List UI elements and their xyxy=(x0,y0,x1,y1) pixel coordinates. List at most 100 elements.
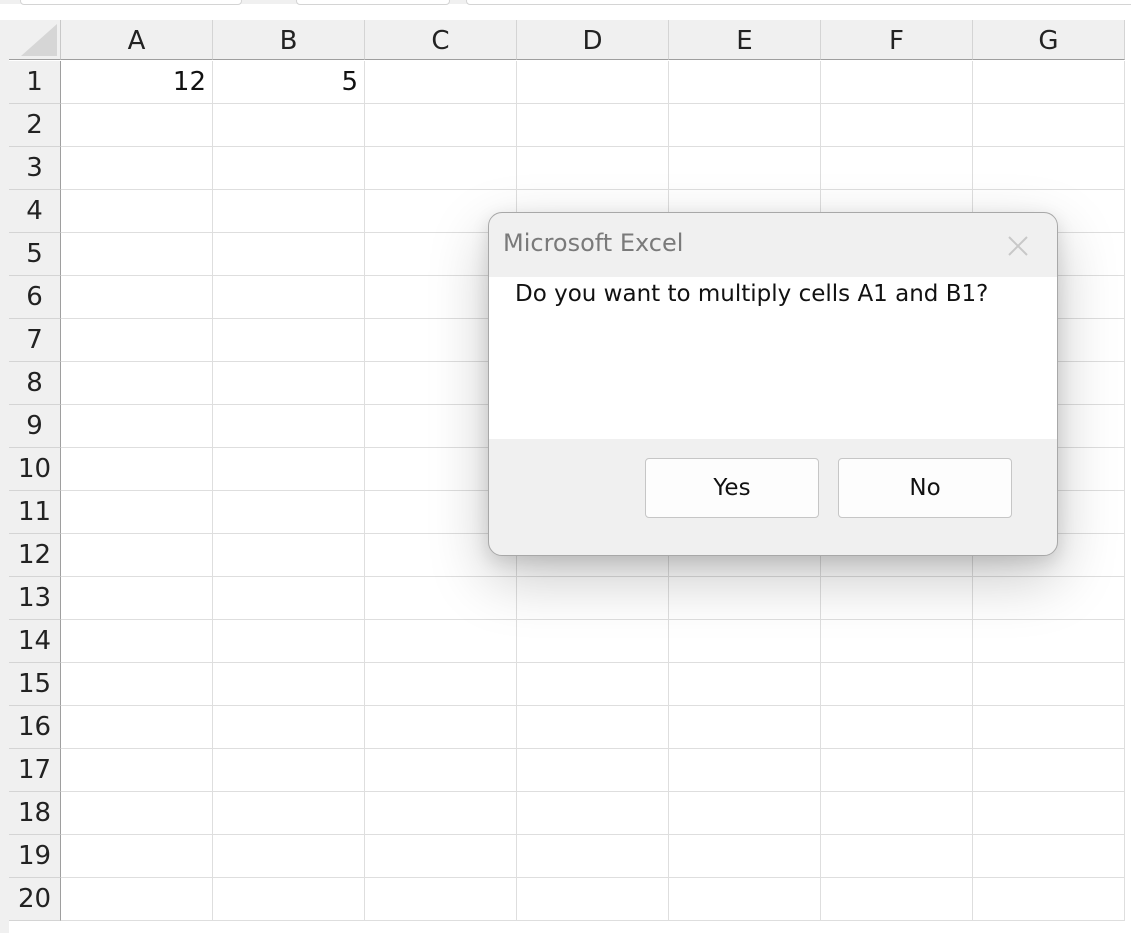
cell-a15[interactable] xyxy=(61,663,213,706)
cell-f15[interactable] xyxy=(821,663,973,706)
cell-b9[interactable] xyxy=(213,405,365,448)
cell-a6[interactable] xyxy=(61,276,213,319)
cell-a16[interactable] xyxy=(61,706,213,749)
cell-a11[interactable] xyxy=(61,491,213,534)
cell-g3[interactable] xyxy=(973,147,1125,190)
cell-b8[interactable] xyxy=(213,362,365,405)
cell-b17[interactable] xyxy=(213,749,365,792)
row-header-20[interactable]: 20 xyxy=(9,878,61,921)
column-header-b[interactable]: B xyxy=(213,20,365,60)
cell-a14[interactable] xyxy=(61,620,213,663)
cell-f18[interactable] xyxy=(821,792,973,835)
cell-b19[interactable] xyxy=(213,835,365,878)
cell-c17[interactable] xyxy=(365,749,517,792)
cell-c18[interactable] xyxy=(365,792,517,835)
cell-g20[interactable] xyxy=(973,878,1125,921)
row-header-8[interactable]: 8 xyxy=(9,362,61,405)
cell-e13[interactable] xyxy=(669,577,821,620)
cell-d18[interactable] xyxy=(517,792,669,835)
cell-e18[interactable] xyxy=(669,792,821,835)
row-header-11[interactable]: 11 xyxy=(9,491,61,534)
cell-b1[interactable]: 5 xyxy=(213,61,365,104)
cell-b12[interactable] xyxy=(213,534,365,577)
cell-b20[interactable] xyxy=(213,878,365,921)
cell-a10[interactable] xyxy=(61,448,213,491)
cell-g2[interactable] xyxy=(973,104,1125,147)
column-header-d[interactable]: D xyxy=(517,20,669,60)
cell-b3[interactable] xyxy=(213,147,365,190)
cell-b11[interactable] xyxy=(213,491,365,534)
row-header-7[interactable]: 7 xyxy=(9,319,61,362)
cell-a1[interactable]: 12 xyxy=(61,61,213,104)
cell-d17[interactable] xyxy=(517,749,669,792)
cell-b15[interactable] xyxy=(213,663,365,706)
yes-button[interactable]: Yes xyxy=(645,458,819,518)
cell-a12[interactable] xyxy=(61,534,213,577)
cell-a17[interactable] xyxy=(61,749,213,792)
cell-g15[interactable] xyxy=(973,663,1125,706)
cell-e1[interactable] xyxy=(669,61,821,104)
column-header-a[interactable]: A xyxy=(61,20,213,60)
row-header-13[interactable]: 13 xyxy=(9,577,61,620)
cell-e19[interactable] xyxy=(669,835,821,878)
row-header-3[interactable]: 3 xyxy=(9,147,61,190)
row-header-17[interactable]: 17 xyxy=(9,749,61,792)
cell-g17[interactable] xyxy=(973,749,1125,792)
cell-a2[interactable] xyxy=(61,104,213,147)
no-button[interactable]: No xyxy=(838,458,1012,518)
cell-e15[interactable] xyxy=(669,663,821,706)
row-header-6[interactable]: 6 xyxy=(9,276,61,319)
cell-e14[interactable] xyxy=(669,620,821,663)
cell-d19[interactable] xyxy=(517,835,669,878)
cell-c3[interactable] xyxy=(365,147,517,190)
cell-d13[interactable] xyxy=(517,577,669,620)
cell-c14[interactable] xyxy=(365,620,517,663)
cell-c19[interactable] xyxy=(365,835,517,878)
row-header-15[interactable]: 15 xyxy=(9,663,61,706)
cell-g19[interactable] xyxy=(973,835,1125,878)
cell-f14[interactable] xyxy=(821,620,973,663)
row-header-1[interactable]: 1 xyxy=(9,61,61,104)
cell-b6[interactable] xyxy=(213,276,365,319)
cell-f1[interactable] xyxy=(821,61,973,104)
cell-c1[interactable] xyxy=(365,61,517,104)
cell-c15[interactable] xyxy=(365,663,517,706)
cell-g14[interactable] xyxy=(973,620,1125,663)
cell-b13[interactable] xyxy=(213,577,365,620)
close-icon[interactable] xyxy=(1001,229,1035,263)
cell-g16[interactable] xyxy=(973,706,1125,749)
cell-a13[interactable] xyxy=(61,577,213,620)
cell-c13[interactable] xyxy=(365,577,517,620)
cell-a18[interactable] xyxy=(61,792,213,835)
cell-a9[interactable] xyxy=(61,405,213,448)
row-header-18[interactable]: 18 xyxy=(9,792,61,835)
cell-f16[interactable] xyxy=(821,706,973,749)
cell-f19[interactable] xyxy=(821,835,973,878)
select-all-corner[interactable] xyxy=(9,20,61,60)
row-header-4[interactable]: 4 xyxy=(9,190,61,233)
cell-d14[interactable] xyxy=(517,620,669,663)
cell-b16[interactable] xyxy=(213,706,365,749)
cell-a5[interactable] xyxy=(61,233,213,276)
cell-b7[interactable] xyxy=(213,319,365,362)
column-header-c[interactable]: C xyxy=(365,20,517,60)
row-header-14[interactable]: 14 xyxy=(9,620,61,663)
cell-c2[interactable] xyxy=(365,104,517,147)
column-header-f[interactable]: F xyxy=(821,20,973,60)
cell-g13[interactable] xyxy=(973,577,1125,620)
cell-e3[interactable] xyxy=(669,147,821,190)
cell-f17[interactable] xyxy=(821,749,973,792)
cell-f13[interactable] xyxy=(821,577,973,620)
row-header-16[interactable]: 16 xyxy=(9,706,61,749)
cell-f2[interactable] xyxy=(821,104,973,147)
cell-a7[interactable] xyxy=(61,319,213,362)
cell-e2[interactable] xyxy=(669,104,821,147)
row-header-10[interactable]: 10 xyxy=(9,448,61,491)
cell-a20[interactable] xyxy=(61,878,213,921)
column-header-e[interactable]: E xyxy=(669,20,821,60)
cell-b10[interactable] xyxy=(213,448,365,491)
cell-e20[interactable] xyxy=(669,878,821,921)
row-header-5[interactable]: 5 xyxy=(9,233,61,276)
cell-b14[interactable] xyxy=(213,620,365,663)
cell-a8[interactable] xyxy=(61,362,213,405)
